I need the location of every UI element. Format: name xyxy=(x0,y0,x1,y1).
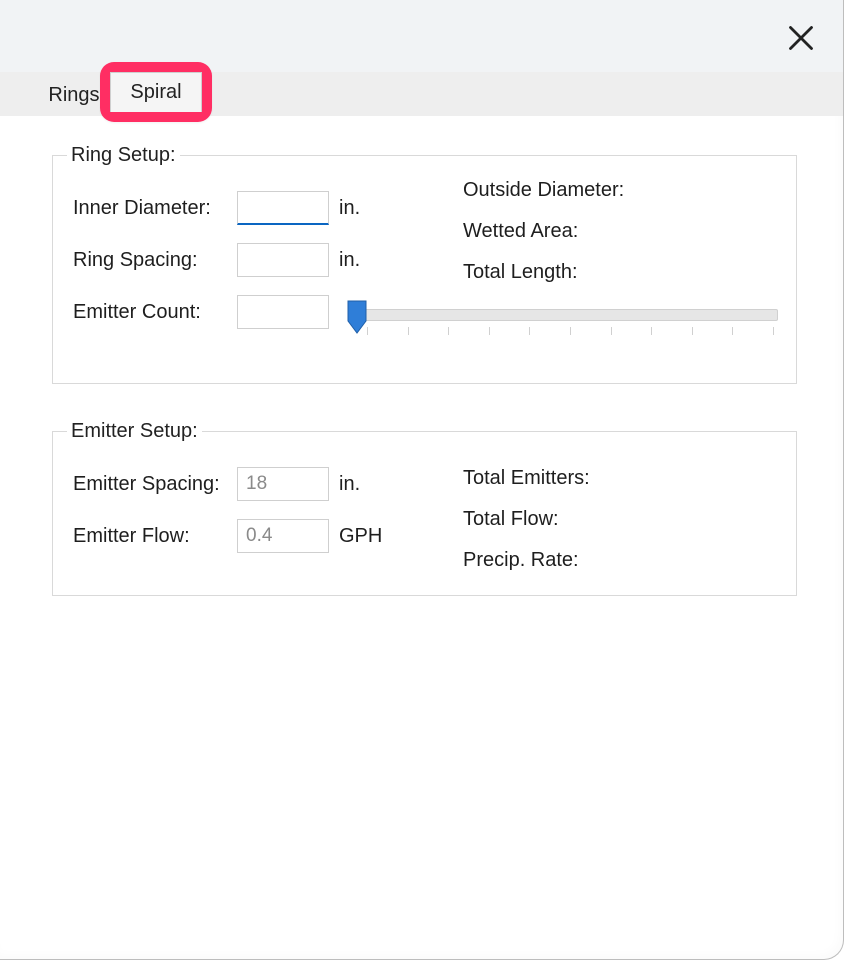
inner-diameter-unit: in. xyxy=(339,197,360,220)
tab-spiral[interactable]: Spiral xyxy=(110,72,202,112)
emitter-count-label: Emitter Count: xyxy=(73,301,237,324)
emitter-flow-label: Emitter Flow: xyxy=(73,525,237,548)
slider-thumb-icon[interactable] xyxy=(345,299,369,335)
ring-spacing-label: Ring Spacing: xyxy=(73,249,237,272)
emitter-spacing-label: Emitter Spacing: xyxy=(73,473,237,496)
inner-diameter-label: Inner Diameter: xyxy=(73,197,237,220)
tab-spiral-highlight: Spiral xyxy=(100,62,212,122)
emitter-count-input[interactable] xyxy=(237,295,329,329)
emitter-setup-stats: Total Emitters: Total Flow: Precip. Rate… xyxy=(463,461,786,590)
tabstrip: Rings Spiral xyxy=(0,72,843,116)
emitter-setup-legend: Emitter Setup: xyxy=(67,420,202,443)
precip-rate-label: Precip. Rate: xyxy=(463,549,786,572)
emitter-spacing-input[interactable] xyxy=(237,467,329,501)
close-icon[interactable] xyxy=(787,24,815,52)
ring-spacing-unit: in. xyxy=(339,249,360,272)
ring-spacing-input[interactable] xyxy=(237,243,329,277)
tab-spiral-label: Spiral xyxy=(130,81,181,104)
tab-content: Ring Setup: Inner Diameter: in. Ring Spa… xyxy=(36,144,813,947)
inner-diameter-input[interactable] xyxy=(237,191,329,225)
dialog-window: Rings Spiral Ring Setup: Inner Diameter:… xyxy=(0,0,844,960)
emitter-flow-input[interactable] xyxy=(237,519,329,553)
total-length-label: Total Length: xyxy=(463,261,786,284)
emitter-flow-unit: GPH xyxy=(339,525,382,548)
tab-rings[interactable]: Rings xyxy=(44,74,104,116)
emitter-setup-group: Emitter Setup: Emitter Spacing: in. Emit… xyxy=(52,420,797,596)
ring-setup-group: Ring Setup: Inner Diameter: in. Ring Spa… xyxy=(52,144,797,384)
tab-rings-label: Rings xyxy=(48,84,99,107)
total-emitters-label: Total Emitters: xyxy=(463,467,786,490)
outside-diameter-label: Outside Diameter: xyxy=(463,179,786,202)
emitter-count-slider[interactable] xyxy=(345,299,778,347)
emitter-spacing-unit: in. xyxy=(339,473,360,496)
slider-track xyxy=(363,309,778,321)
ring-setup-legend: Ring Setup: xyxy=(67,144,180,167)
slider-ticks xyxy=(367,327,774,337)
total-flow-label: Total Flow: xyxy=(463,508,786,531)
wetted-area-label: Wetted Area: xyxy=(463,220,786,243)
ring-setup-stats: Outside Diameter: Wetted Area: Total Len… xyxy=(463,173,786,302)
